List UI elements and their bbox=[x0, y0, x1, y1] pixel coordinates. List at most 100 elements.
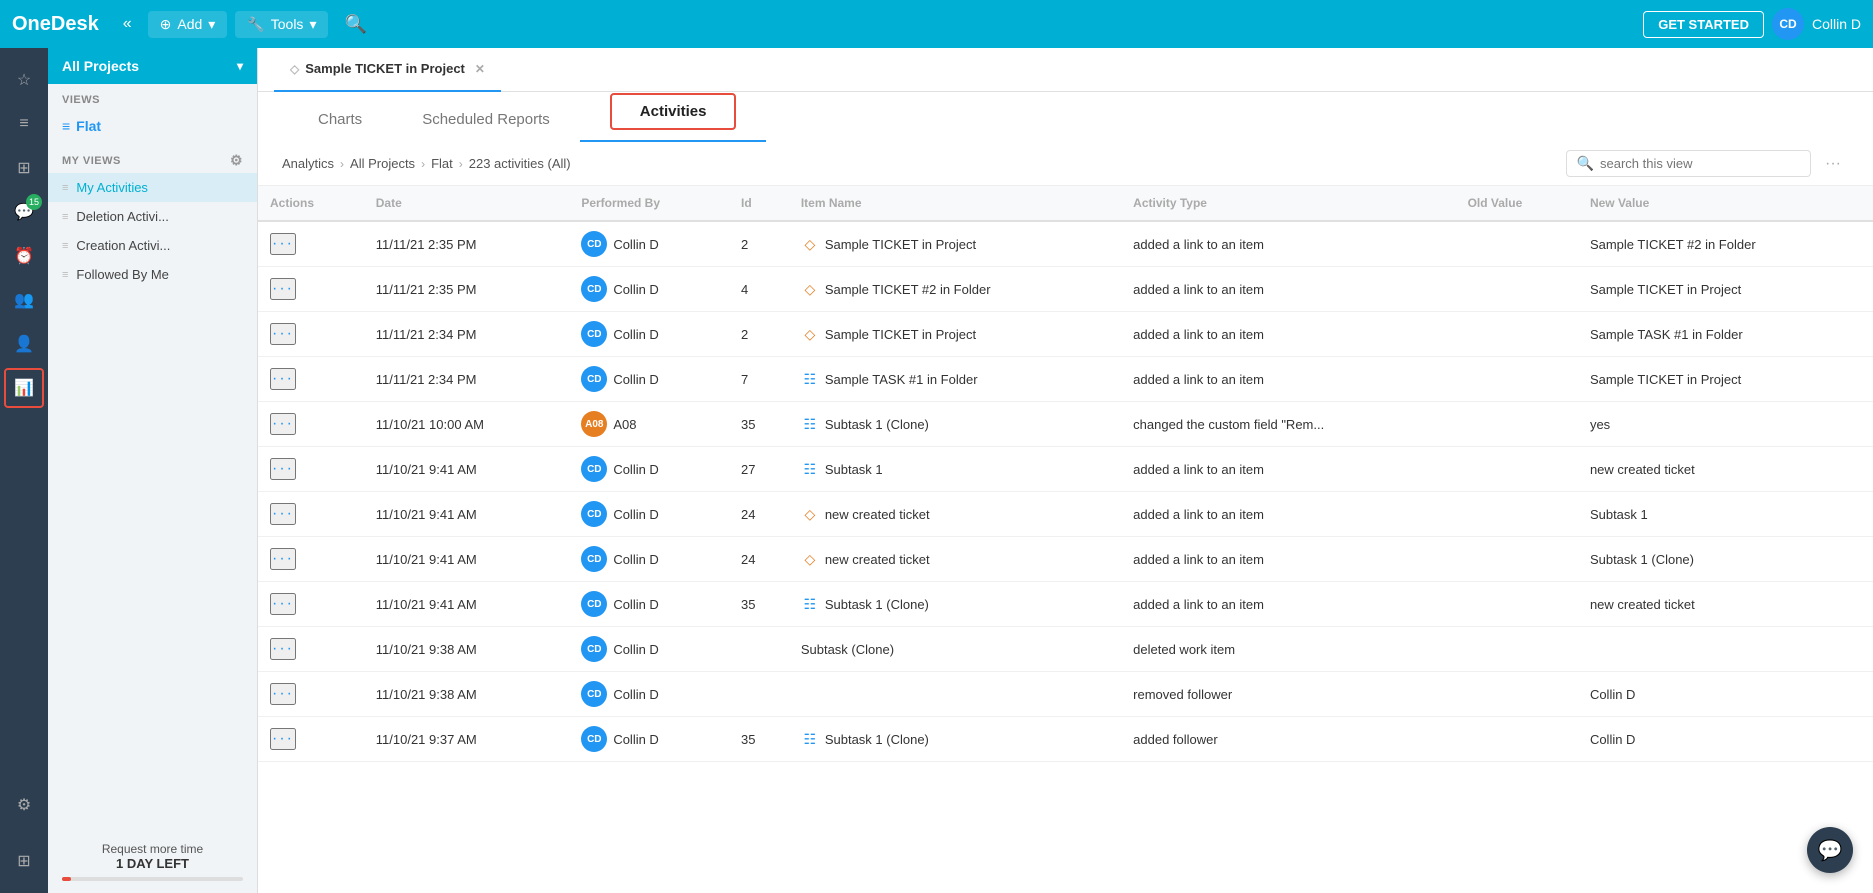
search-box: 🔍 bbox=[1566, 150, 1811, 177]
get-started-button[interactable]: GET STARTED bbox=[1643, 11, 1764, 38]
sidebar-item-creation-activi[interactable]: ≡ Creation Activi... bbox=[48, 231, 257, 260]
row-performed-by: CDCollin D bbox=[569, 312, 729, 357]
row-actions[interactable]: ··· bbox=[258, 537, 364, 582]
request-time-label[interactable]: Request more time bbox=[62, 842, 243, 856]
table-row: ···11/10/21 9:38 AMCDCollin DSubtask (Cl… bbox=[258, 627, 1873, 672]
col-id[interactable]: Id bbox=[729, 186, 789, 221]
row-dots-button[interactable]: ··· bbox=[270, 413, 296, 435]
table-row: ···11/11/21 2:35 PMCDCollin D2◇Sample TI… bbox=[258, 221, 1873, 267]
item-name-text: Subtask 1 (Clone) bbox=[825, 597, 929, 612]
user-avatar-button[interactable]: CD bbox=[1772, 8, 1804, 40]
row-actions[interactable]: ··· bbox=[258, 357, 364, 402]
all-projects-header[interactable]: All Projects ▾ bbox=[48, 48, 257, 84]
row-actions[interactable]: ··· bbox=[258, 221, 364, 267]
sidebar-item-customers[interactable]: 👤 bbox=[4, 324, 44, 364]
activities-tab-highlight: Activities bbox=[610, 93, 737, 130]
row-dots-button[interactable]: ··· bbox=[270, 323, 296, 345]
row-actions[interactable]: ··· bbox=[258, 447, 364, 492]
sidebar-item-my-activities[interactable]: ≡ My Activities bbox=[48, 173, 257, 202]
more-options-button[interactable]: ··· bbox=[1817, 151, 1849, 177]
row-dots-button[interactable]: ··· bbox=[270, 548, 296, 570]
row-new-value: Sample TASK #1 in Folder bbox=[1578, 312, 1873, 357]
row-new-value: new created ticket bbox=[1578, 582, 1873, 627]
left-panel-footer: Request more time 1 DAY LEFT bbox=[48, 830, 257, 893]
task-icon: ☷ bbox=[801, 595, 819, 613]
sidebar-item-cards[interactable]: ⊞ bbox=[4, 148, 44, 188]
table-row: ···11/10/21 9:41 AMCDCollin D35☷Subtask … bbox=[258, 582, 1873, 627]
breadcrumb-all-projects[interactable]: All Projects bbox=[350, 156, 415, 171]
col-activity-type[interactable]: Activity Type bbox=[1121, 186, 1455, 221]
sidebar-item-timer[interactable]: ⏰ bbox=[4, 236, 44, 276]
performer-avatar: CD bbox=[581, 546, 607, 572]
tab-sample-ticket[interactable]: ◇ Sample TICKET in Project ✕ bbox=[274, 48, 501, 92]
global-search-button[interactable]: 🔍 bbox=[336, 10, 374, 39]
col-performed-by[interactable]: Performed By bbox=[569, 186, 729, 221]
row-id: 27 bbox=[729, 447, 789, 492]
tools-button[interactable]: 🔧 Tools ▾ bbox=[235, 11, 328, 38]
performer-avatar: CD bbox=[581, 366, 607, 392]
row-actions[interactable]: ··· bbox=[258, 402, 364, 447]
breadcrumb-sep-3: › bbox=[459, 157, 463, 171]
row-dots-button[interactable]: ··· bbox=[270, 368, 296, 390]
row-date: 11/10/21 9:38 AM bbox=[364, 627, 570, 672]
row-dots-button[interactable]: ··· bbox=[270, 233, 296, 255]
col-actions[interactable]: Actions bbox=[258, 186, 364, 221]
my-views-gear-icon[interactable]: ⚙ bbox=[230, 152, 243, 169]
row-actions[interactable]: ··· bbox=[258, 672, 364, 717]
chat-button[interactable]: 💬 bbox=[1807, 827, 1853, 873]
time-progress-fill bbox=[62, 877, 71, 881]
sidebar-item-messages[interactable]: 💬 15 bbox=[4, 192, 44, 232]
sidebar-item-deletion-activi[interactable]: ≡ Deletion Activi... bbox=[48, 202, 257, 231]
sidebar-item-star[interactable]: ☆ bbox=[4, 60, 44, 100]
my-views-section: MY VIEWS ⚙ bbox=[48, 142, 257, 173]
add-button[interactable]: ⊕ Add ▾ bbox=[148, 11, 228, 38]
username-button[interactable]: Collin D bbox=[1812, 16, 1861, 32]
col-item-name[interactable]: Item Name bbox=[789, 186, 1121, 221]
collapse-sidebar-button[interactable]: « bbox=[115, 11, 140, 37]
col-date[interactable]: Date bbox=[364, 186, 570, 221]
row-dots-button[interactable]: ··· bbox=[270, 638, 296, 660]
tab-bar: ◇ Sample TICKET in Project ✕ bbox=[258, 48, 1873, 92]
sidebar-item-settings[interactable]: ⚙ bbox=[4, 785, 44, 825]
row-activity-type: removed follower bbox=[1121, 672, 1455, 717]
close-tab-icon[interactable]: ✕ bbox=[475, 62, 485, 76]
breadcrumb-count: 223 activities (All) bbox=[469, 156, 571, 171]
row-dots-button[interactable]: ··· bbox=[270, 683, 296, 705]
breadcrumb-flat[interactable]: Flat bbox=[431, 156, 453, 171]
tab-scheduled-reports[interactable]: Scheduled Reports bbox=[392, 99, 580, 142]
tab-charts[interactable]: Charts bbox=[288, 99, 392, 142]
row-dots-button[interactable]: ··· bbox=[270, 278, 296, 300]
col-old-value[interactable]: Old Value bbox=[1456, 186, 1578, 221]
performer-avatar: CD bbox=[581, 636, 607, 662]
col-new-value[interactable]: New Value bbox=[1578, 186, 1873, 221]
tab-activities[interactable]: Activities bbox=[580, 81, 767, 142]
row-dots-button[interactable]: ··· bbox=[270, 728, 296, 750]
row-actions[interactable]: ··· bbox=[258, 627, 364, 672]
row-id bbox=[729, 672, 789, 717]
flat-view-item[interactable]: ≡ Flat bbox=[48, 110, 257, 142]
table-row: ···11/10/21 9:41 AMCDCollin D24◇new crea… bbox=[258, 492, 1873, 537]
row-dots-button[interactable]: ··· bbox=[270, 458, 296, 480]
row-id: 7 bbox=[729, 357, 789, 402]
breadcrumb-sep-1: › bbox=[340, 157, 344, 171]
sidebar-item-list[interactable]: ≡ bbox=[4, 104, 44, 144]
row-old-value bbox=[1456, 357, 1578, 402]
sidebar-item-apps[interactable]: ⊞ bbox=[4, 841, 44, 881]
row-id bbox=[729, 627, 789, 672]
row-actions[interactable]: ··· bbox=[258, 717, 364, 762]
row-item-name: ☷Subtask 1 (Clone) bbox=[789, 402, 1121, 447]
row-actions[interactable]: ··· bbox=[258, 312, 364, 357]
sidebar-item-analytics[interactable]: 📊 bbox=[4, 368, 44, 408]
sidebar-item-followed-by-me[interactable]: ≡ Followed By Me bbox=[48, 260, 257, 289]
row-actions[interactable]: ··· bbox=[258, 492, 364, 537]
row-dots-button[interactable]: ··· bbox=[270, 503, 296, 525]
table-row: ···11/10/21 9:41 AMCDCollin D24◇new crea… bbox=[258, 537, 1873, 582]
row-date: 11/10/21 9:41 AM bbox=[364, 447, 570, 492]
row-actions[interactable]: ··· bbox=[258, 267, 364, 312]
row-dots-button[interactable]: ··· bbox=[270, 593, 296, 615]
row-id: 24 bbox=[729, 537, 789, 582]
row-actions[interactable]: ··· bbox=[258, 582, 364, 627]
breadcrumb-analytics[interactable]: Analytics bbox=[282, 156, 334, 171]
search-input[interactable] bbox=[1600, 156, 1800, 171]
sidebar-item-team[interactable]: 👥 bbox=[4, 280, 44, 320]
